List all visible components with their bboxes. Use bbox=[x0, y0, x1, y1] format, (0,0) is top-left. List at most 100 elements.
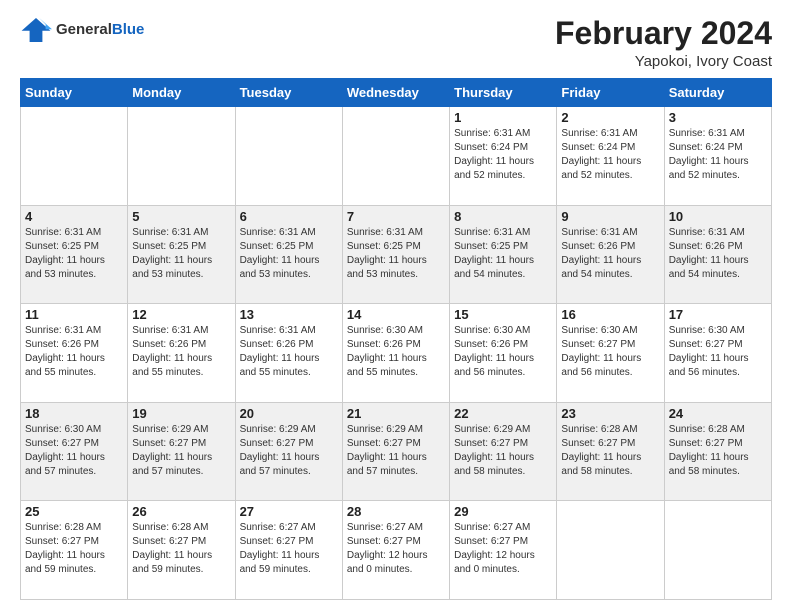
calendar-day-cell bbox=[21, 107, 128, 206]
day-number: 12 bbox=[132, 307, 230, 322]
title-block: February 2024 Yapokoi, Ivory Coast bbox=[555, 16, 772, 70]
calendar-day-cell: 14Sunrise: 6:30 AM Sunset: 6:26 PM Dayli… bbox=[342, 304, 449, 403]
location-subtitle: Yapokoi, Ivory Coast bbox=[555, 53, 772, 70]
logo-text: GeneralBlue bbox=[56, 22, 144, 39]
calendar-day-cell: 1 Sunrise: 6:31 AM Sunset: 6:24 PM Daylig… bbox=[450, 107, 557, 206]
day-info: Sunrise: 6:29 AM Sunset: 6:27 PM Dayligh… bbox=[132, 423, 230, 479]
day-info: Sunrise: 6:30 AM Sunset: 6:26 PM Dayligh… bbox=[454, 324, 552, 380]
month-title: February 2024 bbox=[555, 16, 772, 51]
calendar-day-cell: 16 Sunrise: 6:30 AM Sunset: 6:27 PM Dayli… bbox=[557, 304, 664, 403]
calendar-day-cell: 23 Sunrise: 6:28 AM Sunset: 6:27 PM Dayli… bbox=[557, 402, 664, 501]
day-number: 21 bbox=[347, 406, 445, 421]
day-info: Sunrise: 6:28 AM Sunset: 6:27 PM Dayligh… bbox=[132, 521, 230, 577]
calendar-day-cell: 12 Sunrise: 6:31 AM Sunset: 6:26 PM Dayli… bbox=[128, 304, 235, 403]
calendar-day-cell: 5 Sunrise: 6:31 AM Sunset: 6:25 PM Daylig… bbox=[128, 205, 235, 304]
day-number: 2 bbox=[561, 110, 659, 125]
page: GeneralBlue February 2024 Yapokoi, Ivory… bbox=[0, 0, 792, 612]
day-number: 19 bbox=[132, 406, 230, 421]
day-number: 13 bbox=[240, 307, 338, 322]
day-number: 7 bbox=[347, 209, 445, 224]
day-info: Sunrise: 6:31 AM Sunset: 6:25 PM Dayligh… bbox=[25, 226, 123, 282]
day-number: 14 bbox=[347, 307, 445, 322]
calendar-week-row: 25 Sunrise: 6:28 AM Sunset: 6:27 PM Dayli… bbox=[21, 501, 772, 600]
day-number: 22 bbox=[454, 406, 552, 421]
day-info: Sunrise: 6:31 AM Sunset: 6:26 PM Dayligh… bbox=[132, 324, 230, 380]
calendar-day-cell: 10Sunrise: 6:31 AM Sunset: 6:26 PM Dayli… bbox=[664, 205, 771, 304]
day-info: Sunrise: 6:31 AM Sunset: 6:26 PM Dayligh… bbox=[561, 226, 659, 282]
weekday-header: Wednesday bbox=[342, 79, 449, 107]
logo: GeneralBlue bbox=[20, 16, 144, 44]
calendar-day-cell: 28 Sunrise: 6:27 AM Sunset: 6:27 PM Dayli… bbox=[342, 501, 449, 600]
header: GeneralBlue February 2024 Yapokoi, Ivory… bbox=[20, 16, 772, 70]
day-info: Sunrise: 6:29 AM Sunset: 6:27 PM Dayligh… bbox=[454, 423, 552, 479]
logo-general: General bbox=[56, 21, 112, 38]
day-number: 16 bbox=[561, 307, 659, 322]
day-number: 4 bbox=[25, 209, 123, 224]
day-number: 17 bbox=[669, 307, 767, 322]
day-number: 11 bbox=[25, 307, 123, 322]
calendar-day-cell: 17 Sunrise: 6:30 AM Sunset: 6:27 PM Dayli… bbox=[664, 304, 771, 403]
calendar-day-cell: 21 Sunrise: 6:29 AM Sunset: 6:27 PM Dayli… bbox=[342, 402, 449, 501]
calendar-day-cell: 8 Sunrise: 6:31 AM Sunset: 6:25 PM Daylig… bbox=[450, 205, 557, 304]
day-info: Sunrise: 6:31 AM Sunset: 6:25 PM Dayligh… bbox=[454, 226, 552, 282]
day-number: 24 bbox=[669, 406, 767, 421]
calendar-day-cell: 9 Sunrise: 6:31 AM Sunset: 6:26 PM Daylig… bbox=[557, 205, 664, 304]
day-number: 18 bbox=[25, 406, 123, 421]
day-info: Sunrise: 6:28 AM Sunset: 6:27 PM Dayligh… bbox=[561, 423, 659, 479]
day-info: Sunrise: 6:30 AM Sunset: 6:27 PM Dayligh… bbox=[669, 324, 767, 380]
day-info: Sunrise: 6:27 AM Sunset: 6:27 PM Dayligh… bbox=[240, 521, 338, 577]
day-number: 3 bbox=[669, 110, 767, 125]
day-info: Sunrise: 6:29 AM Sunset: 6:27 PM Dayligh… bbox=[347, 423, 445, 479]
calendar-day-cell bbox=[128, 107, 235, 206]
day-info: Sunrise: 6:29 AM Sunset: 6:27 PM Dayligh… bbox=[240, 423, 338, 479]
calendar-day-cell: 24 Sunrise: 6:28 AM Sunset: 6:27 PM Dayli… bbox=[664, 402, 771, 501]
weekday-header: Sunday bbox=[21, 79, 128, 107]
calendar-week-row: 1 Sunrise: 6:31 AM Sunset: 6:24 PM Daylig… bbox=[21, 107, 772, 206]
day-info: Sunrise: 6:31 AM Sunset: 6:25 PM Dayligh… bbox=[240, 226, 338, 282]
weekday-header: Tuesday bbox=[235, 79, 342, 107]
calendar-day-cell: 13Sunrise: 6:31 AM Sunset: 6:26 PM Dayli… bbox=[235, 304, 342, 403]
calendar-day-cell: 6Sunrise: 6:31 AM Sunset: 6:25 PM Daylig… bbox=[235, 205, 342, 304]
weekday-header: Friday bbox=[557, 79, 664, 107]
day-info: Sunrise: 6:31 AM Sunset: 6:24 PM Dayligh… bbox=[454, 127, 552, 183]
weekday-header: Saturday bbox=[664, 79, 771, 107]
calendar-day-cell: 2 Sunrise: 6:31 AM Sunset: 6:24 PM Daylig… bbox=[557, 107, 664, 206]
calendar-day-cell bbox=[664, 501, 771, 600]
day-number: 5 bbox=[132, 209, 230, 224]
calendar-day-cell: 7 Sunrise: 6:31 AM Sunset: 6:25 PM Daylig… bbox=[342, 205, 449, 304]
calendar-day-cell: 20 Sunrise: 6:29 AM Sunset: 6:27 PM Dayli… bbox=[235, 402, 342, 501]
calendar-day-cell: 29 Sunrise: 6:27 AM Sunset: 6:27 PM Dayli… bbox=[450, 501, 557, 600]
day-info: Sunrise: 6:27 AM Sunset: 6:27 PM Dayligh… bbox=[454, 521, 552, 577]
calendar-day-cell: 11 Sunrise: 6:31 AM Sunset: 6:26 PM Dayli… bbox=[21, 304, 128, 403]
day-number: 8 bbox=[454, 209, 552, 224]
calendar-day-cell: 4 Sunrise: 6:31 AM Sunset: 6:25 PM Daylig… bbox=[21, 205, 128, 304]
day-number: 25 bbox=[25, 504, 123, 519]
day-info: Sunrise: 6:31 AM Sunset: 6:25 PM Dayligh… bbox=[132, 226, 230, 282]
calendar-day-cell bbox=[557, 501, 664, 600]
day-info: Sunrise: 6:31 AM Sunset: 6:26 PM Dayligh… bbox=[669, 226, 767, 282]
day-info: Sunrise: 6:31 AM Sunset: 6:26 PM Dayligh… bbox=[25, 324, 123, 380]
day-number: 28 bbox=[347, 504, 445, 519]
day-number: 9 bbox=[561, 209, 659, 224]
calendar-week-row: 11 Sunrise: 6:31 AM Sunset: 6:26 PM Dayli… bbox=[21, 304, 772, 403]
day-info: Sunrise: 6:31 AM Sunset: 6:25 PM Dayligh… bbox=[347, 226, 445, 282]
day-info: Sunrise: 6:30 AM Sunset: 6:27 PM Dayligh… bbox=[561, 324, 659, 380]
logo-icon bbox=[20, 16, 52, 44]
logo-blue: Blue bbox=[112, 21, 145, 38]
day-info: Sunrise: 6:27 AM Sunset: 6:27 PM Dayligh… bbox=[347, 521, 445, 577]
calendar-day-cell: 15 Sunrise: 6:30 AM Sunset: 6:26 PM Dayli… bbox=[450, 304, 557, 403]
day-info: Sunrise: 6:31 AM Sunset: 6:24 PM Dayligh… bbox=[561, 127, 659, 183]
day-number: 15 bbox=[454, 307, 552, 322]
day-number: 29 bbox=[454, 504, 552, 519]
day-info: Sunrise: 6:30 AM Sunset: 6:27 PM Dayligh… bbox=[25, 423, 123, 479]
day-number: 1 bbox=[454, 110, 552, 125]
calendar-day-cell: 3Sunrise: 6:31 AM Sunset: 6:24 PM Daylig… bbox=[664, 107, 771, 206]
calendar-day-cell: 26Sunrise: 6:28 AM Sunset: 6:27 PM Dayli… bbox=[128, 501, 235, 600]
day-number: 23 bbox=[561, 406, 659, 421]
calendar-week-row: 4 Sunrise: 6:31 AM Sunset: 6:25 PM Daylig… bbox=[21, 205, 772, 304]
weekday-header: Thursday bbox=[450, 79, 557, 107]
day-info: Sunrise: 6:28 AM Sunset: 6:27 PM Dayligh… bbox=[669, 423, 767, 479]
calendar-day-cell: 27Sunrise: 6:27 AM Sunset: 6:27 PM Dayli… bbox=[235, 501, 342, 600]
calendar-header-row: SundayMondayTuesdayWednesdayThursdayFrid… bbox=[21, 79, 772, 107]
day-number: 20 bbox=[240, 406, 338, 421]
